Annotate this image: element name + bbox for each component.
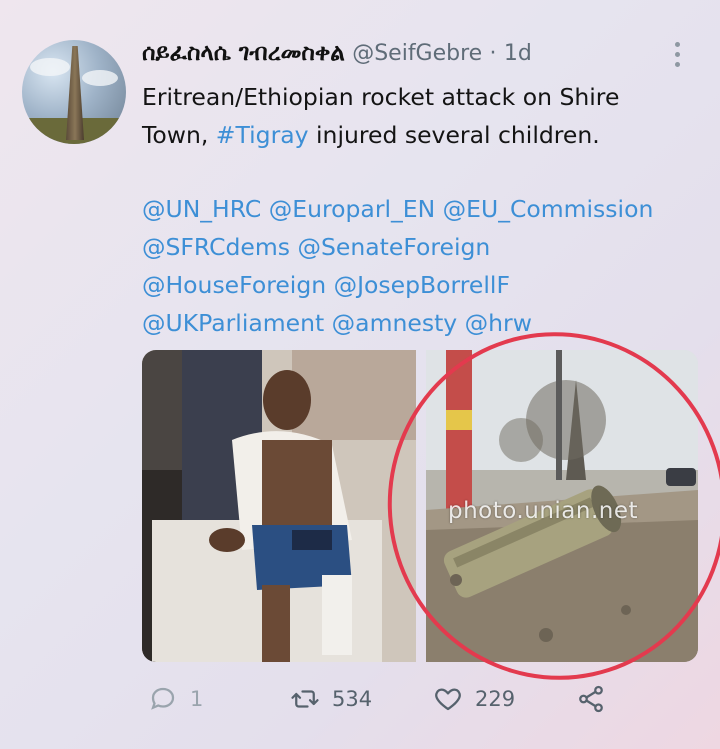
mention-line[interactable]: @HouseForeign @JosepBorrellF [142,266,712,304]
tweet-text-line: Town, #Tigray injured several children. [142,116,702,154]
user-handle[interactable]: @SeifGebre [352,41,482,66]
reply-icon[interactable] [148,684,178,714]
tweet-actions: 1 534 229 [0,684,720,720]
retweet-count: 534 [332,687,373,711]
avatar[interactable] [22,40,126,144]
avatar-cloud [30,58,70,76]
reply-action[interactable]: 1 [148,684,203,714]
tweet-text-fragment: injured several children. [308,121,600,149]
tweet-text-line: Eritrean/Ethiopian rocket attack on Shir… [142,83,620,111]
image-watermark: photo.unian.net [448,498,639,524]
heart-icon[interactable] [433,684,463,714]
display-name[interactable]: ሰይፈስላሴ ገብረመስቀል [142,40,345,66]
mentions-block: @UN_HRC @Europarl_EN @EU_Commission @SFR… [142,190,712,342]
share-icon[interactable] [576,684,606,714]
tweet-time[interactable]: 1d [504,41,532,66]
child-photo-illustration [142,350,416,662]
mention-line[interactable]: @UN_HRC @Europarl_EN @EU_Commission [142,190,712,228]
avatar-obelisk [66,46,84,140]
hashtag-link[interactable]: #Tigray [216,121,309,149]
tweet-header: ሰይፈስላሴ ገብረመስቀል @SeifGebre · 1d [142,40,532,66]
mention-line[interactable]: @UKParliament @amnesty @hrw [142,304,712,342]
reply-count: 1 [190,687,204,711]
like-count: 229 [475,687,516,711]
like-action[interactable]: 229 [433,684,515,714]
more-vertical-icon[interactable] [671,42,683,72]
separator: · [489,41,497,66]
avatar-cloud [82,70,118,86]
retweet-icon[interactable] [290,684,320,714]
retweet-action[interactable]: 534 [290,684,372,714]
tweet-text-fragment: Town, [142,121,216,149]
media-photo-child[interactable] [142,350,416,662]
mention-line[interactable]: @SFRCdems @SenateForeign [142,228,712,266]
share-action[interactable] [576,684,606,714]
tweet-text: Eritrean/Ethiopian rocket attack on Shir… [142,78,702,154]
